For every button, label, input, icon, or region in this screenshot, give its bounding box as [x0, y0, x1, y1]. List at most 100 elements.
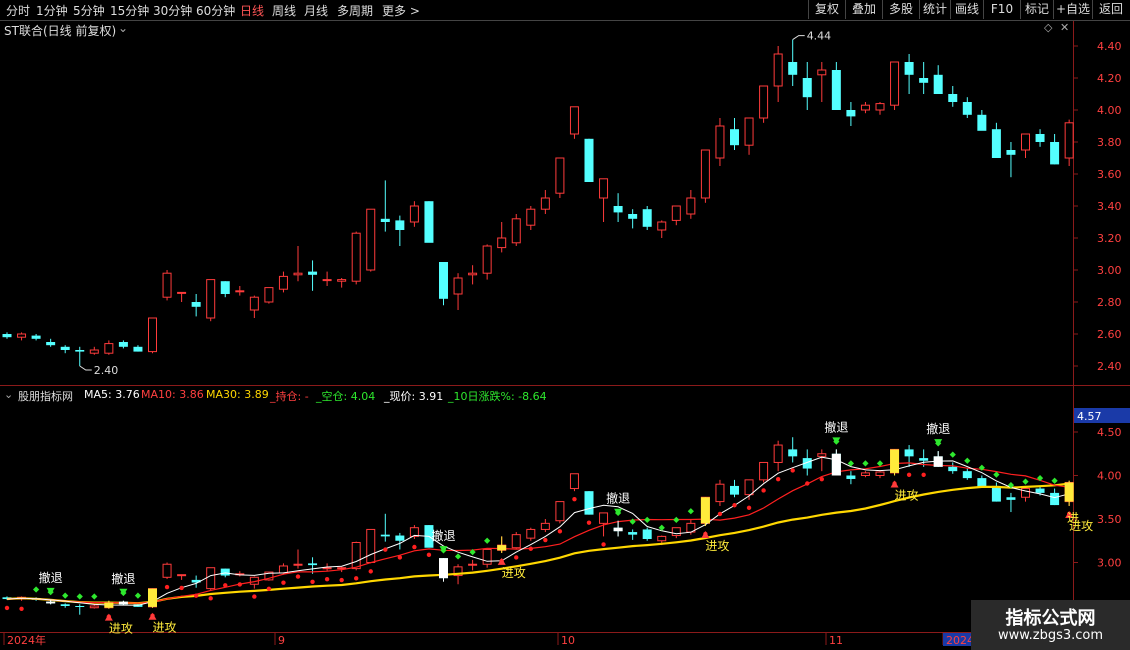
attack-label: 进攻	[502, 566, 526, 580]
empty-value: _空仓: 4.04	[316, 390, 376, 403]
indicator-candle	[351, 541, 361, 570]
main-candle	[104, 343, 114, 354]
hold-dot	[281, 580, 286, 585]
empty-dot	[1022, 478, 1029, 485]
main-candle	[584, 138, 594, 182]
hold-dot	[775, 476, 781, 482]
retreat-candle	[933, 456, 943, 467]
indicator-candle	[1035, 488, 1045, 493]
main-candle	[657, 221, 667, 231]
indicator-candle	[308, 563, 318, 566]
x-axis-label: 2024年	[7, 633, 46, 647]
indicator-candle	[220, 568, 230, 576]
main-candle	[773, 53, 783, 87]
hold-dot	[906, 472, 912, 477]
indicator-candle	[744, 479, 754, 496]
attack-arrow	[890, 480, 899, 488]
main-candle	[904, 62, 914, 75]
retreat-candle	[46, 601, 56, 604]
main-candle	[264, 287, 274, 303]
main-candle	[831, 70, 841, 110]
main-candle	[249, 296, 259, 311]
attack-arrow	[148, 612, 157, 620]
indicator-candle	[657, 535, 667, 542]
main-candle	[1050, 142, 1060, 165]
indicator-candle	[89, 605, 99, 609]
main-candle	[439, 262, 448, 299]
main-candle	[453, 277, 463, 295]
main-candle	[1035, 134, 1045, 142]
watermark-logo: 指标公式网 www.zbgs3.com	[971, 600, 1130, 650]
indicator-candle	[584, 491, 594, 515]
close-icon[interactable]: ✕	[1060, 21, 1069, 34]
empty-dot	[687, 508, 694, 515]
main-candle	[788, 62, 798, 75]
price-value: _现价: 3.91	[384, 390, 444, 403]
hold-dot	[164, 584, 170, 590]
indicator-candle	[977, 478, 987, 487]
main-candle	[526, 208, 536, 226]
main-candle	[409, 205, 419, 223]
hold-dot	[761, 488, 766, 493]
main-y-tick-label: 3.00	[1097, 264, 1122, 277]
hold-dot	[19, 606, 24, 611]
main-candle	[75, 350, 85, 352]
indicator-dropdown-icon[interactable]: ⌄	[4, 388, 13, 401]
chart-title: ST联合(日线 前复权)	[4, 24, 117, 38]
indicator-candle	[904, 449, 914, 457]
hold-dot	[514, 555, 519, 560]
hold-value: _持仓: -	[270, 390, 309, 403]
main-candle	[759, 85, 769, 119]
retreat-label: 撤退	[824, 419, 848, 434]
attack-label: 进攻	[152, 621, 176, 635]
main-candle	[715, 125, 725, 159]
main-candle	[206, 279, 216, 319]
indicator-candle	[555, 501, 565, 522]
indicator-candle	[860, 472, 870, 477]
x-axis-label: 9	[278, 634, 285, 647]
hold-dot	[223, 583, 228, 588]
indicator-candle	[788, 449, 798, 457]
indicator-candle	[468, 563, 478, 566]
high-pointer	[792, 35, 805, 41]
indicator-name: 股朋指标网	[18, 390, 73, 403]
hold-dot	[368, 569, 373, 574]
title-dropdown-icon[interactable]: ⌄	[118, 21, 128, 35]
indicator-candle	[715, 483, 725, 503]
diamond-icon[interactable]: ◇	[1044, 21, 1052, 34]
kline-chart-area[interactable]: 4.40 4.20 4.00 3.80 3.60 3.40 3.20 3.00 2.80 2.60…	[0, 0, 1130, 650]
hold-dot	[921, 472, 926, 477]
hold-dot	[295, 574, 301, 579]
main-candle	[468, 272, 478, 276]
main-candle	[569, 106, 579, 135]
main-candle	[278, 275, 288, 290]
hold-dot	[4, 605, 10, 611]
main-candle	[424, 201, 434, 243]
retreat-candle	[118, 601, 128, 605]
main-candle	[60, 346, 70, 350]
hold-dot	[426, 552, 432, 558]
hold-dot	[790, 468, 795, 473]
main-candle	[1064, 122, 1074, 159]
attack-candle	[104, 602, 114, 608]
main-y-tick-label: 3.60	[1097, 168, 1122, 181]
main-y-tick-label: 2.40	[1097, 360, 1122, 373]
indicator-candle	[278, 565, 288, 574]
indicator-candle	[817, 453, 827, 457]
main-candle	[497, 237, 507, 249]
indicator-candle	[380, 534, 390, 537]
indicator-candle	[628, 532, 638, 535]
change-value: _10日涨跌%: -8.64	[448, 390, 547, 403]
main-y-tick-label: 2.80	[1097, 296, 1122, 309]
hold-dot	[397, 555, 403, 560]
retreat-arrow	[119, 588, 128, 596]
main-candle	[860, 104, 870, 111]
main-y-tick-label: 4.20	[1097, 72, 1122, 85]
empty-dot	[949, 451, 956, 458]
hold-dot	[746, 505, 752, 511]
indicator-candle	[293, 563, 303, 566]
hold-dot	[805, 481, 810, 486]
empty-dot	[644, 516, 651, 524]
main-candle	[919, 78, 929, 83]
retreat-label: 撤退	[926, 421, 950, 436]
